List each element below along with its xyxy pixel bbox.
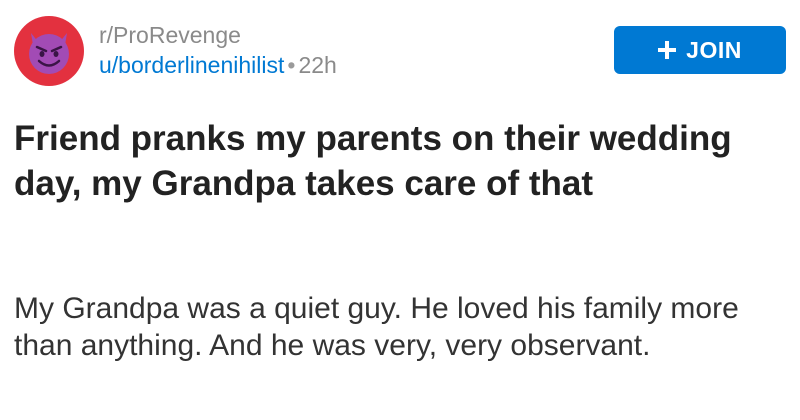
post-meta: r/ProRevenge u/borderlinenihilist • 22h bbox=[99, 22, 337, 78]
post-byline: u/borderlinenihilist • 22h bbox=[99, 52, 337, 78]
post-title[interactable]: Friend pranks my parents on their weddin… bbox=[14, 116, 774, 206]
author-link[interactable]: u/borderlinenihilist bbox=[99, 52, 284, 78]
smiling-devil-icon bbox=[29, 33, 69, 74]
post-header: r/ProRevenge u/borderlinenihilist • 22h JO… bbox=[14, 10, 786, 86]
reddit-post-card: r/ProRevenge u/borderlinenihilist • 22h JO… bbox=[0, 0, 800, 420]
plus-icon bbox=[658, 41, 677, 59]
join-button[interactable]: JOIN bbox=[614, 26, 786, 74]
post-body: My Grandpa was a quiet guy. He loved his… bbox=[14, 292, 739, 362]
separator-dot: • bbox=[287, 52, 296, 78]
subreddit-link[interactable]: r/ProRevenge bbox=[99, 22, 337, 48]
subreddit-avatar[interactable] bbox=[14, 16, 84, 86]
post-age: 22h bbox=[298, 52, 337, 78]
join-button-label: JOIN bbox=[686, 36, 742, 63]
